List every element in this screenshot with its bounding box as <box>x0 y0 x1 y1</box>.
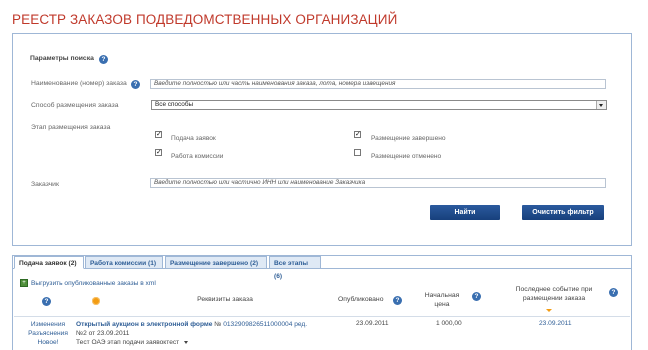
xml-export-icon[interactable]: + <box>20 279 28 287</box>
order-number-link[interactable]: 0132909826511000004 ред. <box>223 321 307 328</box>
order-subtitle: Тест ОАЭ этап подачи заявоктест <box>76 339 180 346</box>
method-select[interactable]: Все способы <box>151 100 607 110</box>
row-flags: Изменения Разъяснения Новое! <box>28 320 68 347</box>
order-edition: №2 от 23.09.2011 <box>76 330 130 337</box>
flag-clarifications[interactable]: Разъяснения <box>28 329 68 338</box>
column-header-details: Реквизиты заказа <box>197 296 253 303</box>
column-header-price: Начальная цена <box>424 292 460 308</box>
clear-filter-button[interactable]: Очистить фильтр <box>522 205 604 220</box>
flag-new: Новое! <box>37 339 59 346</box>
help-icon[interactable]: ? <box>42 297 51 306</box>
customer-input[interactable]: Введите полностью или частично ИНН или н… <box>150 178 606 188</box>
method-label: Способ размещения заказа <box>31 102 119 109</box>
find-button[interactable]: Найти <box>430 205 500 220</box>
page-title: РЕЕСТР ЗАКАЗОВ ПОДВЕДОМСТВЕННЫХ ОРГАНИЗА… <box>12 12 398 27</box>
sun-icon <box>92 297 100 305</box>
search-section-title: Параметры поиска <box>30 55 94 62</box>
export-xml-link[interactable]: Выгрузить опубликованные заказы в xml <box>31 280 156 287</box>
stage-label: Этап размещения заказа <box>31 124 111 131</box>
help-icon[interactable]: ? <box>472 292 481 301</box>
stage-checkbox-label: Работа комиссии <box>171 153 224 160</box>
help-icon[interactable]: ? <box>393 296 402 305</box>
tab-completed[interactable]: Размещение завершено (2) <box>165 256 267 269</box>
order-details: Открытый аукцион в электронной форме № 0… <box>76 320 307 347</box>
flag-changes[interactable]: Изменения <box>28 320 68 329</box>
order-number-prefix: № <box>214 321 222 328</box>
column-header-last-event: Последнее событие при размещении заказа <box>515 286 593 302</box>
help-icon[interactable]: ? <box>131 80 140 89</box>
stage-checkbox-submission[interactable]: ✓ <box>155 131 162 138</box>
stage-checkbox-label: Размещение отменено <box>371 153 442 160</box>
tab-all-stages[interactable]: Все этапы (6) <box>269 256 321 280</box>
customer-label: Заказчик <box>31 181 59 188</box>
stage-checkbox-completed[interactable]: ✓ <box>354 131 361 138</box>
help-icon[interactable]: ? <box>609 288 618 297</box>
column-header-published: Опубликовано <box>338 296 384 303</box>
chevron-down-icon[interactable] <box>596 101 606 109</box>
method-select-value: Все способы <box>155 101 194 108</box>
stage-checkbox-cancelled[interactable] <box>354 149 361 156</box>
published-date: 23.09.2011 <box>356 320 389 327</box>
stage-checkbox-label: Размещение завершено <box>371 135 446 142</box>
initial-price: 1 000,00 <box>436 320 462 327</box>
last-event-date[interactable]: 23.09.2011 <box>539 320 572 327</box>
order-title-link[interactable]: Открытый аукцион в электронной форме <box>76 321 212 328</box>
row-divider <box>14 316 630 317</box>
stage-checkbox-commission[interactable]: ✓ <box>155 149 162 156</box>
sort-desc-icon[interactable] <box>546 309 552 312</box>
tab-submission[interactable]: Подача заявок (2) <box>14 256 84 269</box>
order-name-label: Наименование (номер) заказа <box>31 80 127 87</box>
stage-checkbox-label: Подача заявок <box>171 135 216 142</box>
tab-commission[interactable]: Работа комиссии (1) <box>85 256 163 269</box>
help-icon[interactable]: ? <box>99 55 108 64</box>
chevron-down-icon[interactable] <box>184 340 189 344</box>
order-name-input[interactable]: Введите полностью или часть наименования… <box>150 79 606 89</box>
